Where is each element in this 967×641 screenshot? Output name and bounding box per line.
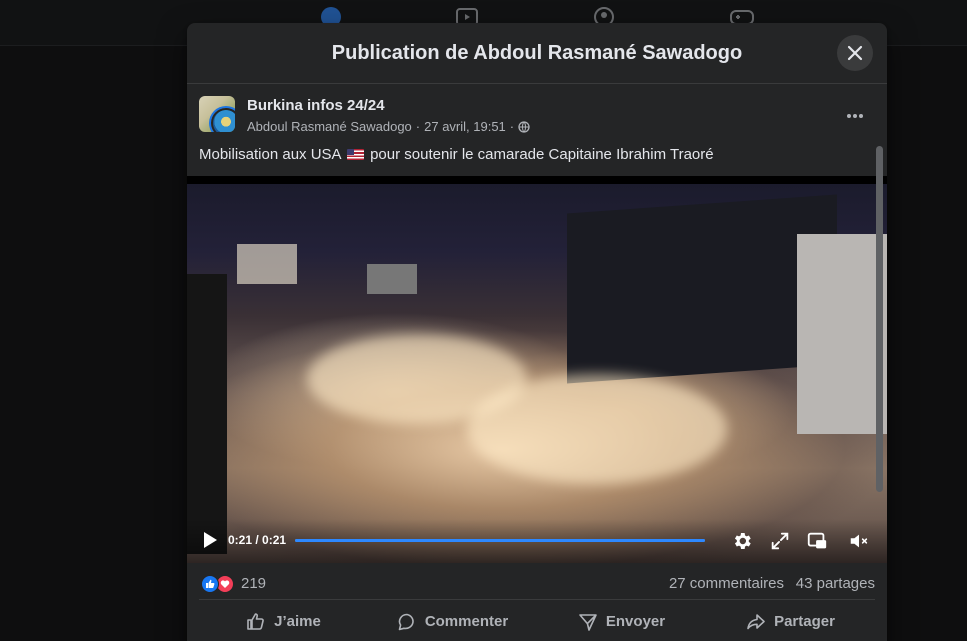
meta-separator: · (509, 119, 515, 134)
post-timestamp[interactable]: 27 avril, 19:51 (424, 119, 506, 134)
us-flag-icon (346, 149, 364, 160)
reaction-stats: 219 27 commentaires 43 partages (199, 573, 875, 597)
like-label: J’aime (274, 613, 321, 630)
share-icon (747, 613, 765, 629)
comments-count-link[interactable]: 27 commentaires (669, 575, 784, 592)
video-frame[interactable] (187, 184, 887, 563)
profile-avatar[interactable] (211, 108, 235, 132)
page-name-link[interactable]: Burkina infos 24/24 (247, 97, 385, 114)
video-time: 0:21 / 0:21 (228, 533, 287, 547)
video-progress-fill (295, 539, 705, 542)
post-text-end: pour soutenir le camarade Capitaine Ibra… (370, 146, 714, 163)
page-avatar[interactable] (199, 96, 235, 132)
send-label: Envoyer (605, 613, 666, 630)
shares-count-link[interactable]: 43 partages (796, 575, 875, 592)
video-scene (467, 374, 727, 484)
post-text-start: Mobilisation aux USA (199, 146, 341, 163)
close-icon (847, 45, 863, 61)
comment-label: Commenter (424, 613, 509, 630)
meta-separator: · (415, 119, 421, 134)
video-player[interactable]: 0:21 / 0:21 (187, 176, 887, 563)
post-meta: Abdoul Rasmané Sawadogo · 27 avril, 19:5… (247, 119, 530, 134)
modal-header: Publication de Abdoul Rasmané Sawadogo (187, 23, 887, 84)
mute-icon[interactable] (848, 530, 870, 552)
close-button[interactable] (837, 35, 873, 71)
globe-icon (518, 120, 530, 133)
reaction-icons[interactable] (201, 575, 234, 593)
send-icon (579, 613, 597, 631)
video-progress-bar[interactable] (295, 539, 705, 542)
play-icon[interactable] (201, 531, 219, 549)
thumbs-up-icon (247, 612, 265, 630)
pip-icon[interactable] (806, 530, 828, 552)
post-text: Mobilisation aux USA pour soutenir le ca… (199, 146, 867, 163)
more-dots-icon (847, 114, 863, 118)
action-bar: J’aime Commenter Envoyer Partager (199, 599, 875, 641)
like-button[interactable]: J’aime (199, 600, 368, 641)
post-modal: Publication de Abdoul Rasmané Sawadogo B… (187, 23, 887, 641)
send-button[interactable]: Envoyer (537, 600, 706, 641)
reaction-count[interactable]: 219 (241, 575, 266, 592)
post-header: Burkina infos 24/24 Abdoul Rasmané Sawad… (199, 96, 867, 136)
more-options-button[interactable] (843, 106, 867, 126)
video-scene (237, 244, 297, 284)
modal-title: Publication de Abdoul Rasmané Sawadogo (331, 41, 743, 64)
settings-icon[interactable] (731, 530, 753, 552)
like-icon (201, 575, 219, 593)
video-scene (797, 234, 887, 434)
share-button[interactable]: Partager (706, 600, 875, 641)
video-controls: 0:21 / 0:21 (187, 519, 887, 563)
video-scene (367, 264, 417, 294)
author-link[interactable]: Abdoul Rasmané Sawadogo (247, 119, 412, 134)
post-content: Burkina infos 24/24 Abdoul Rasmané Sawad… (187, 84, 887, 641)
modal-scrollbar[interactable] (876, 146, 883, 492)
comment-icon (398, 613, 414, 630)
share-label: Partager (774, 613, 835, 630)
video-scene (187, 274, 227, 554)
comment-button[interactable]: Commenter (368, 600, 537, 641)
fullscreen-icon[interactable] (769, 530, 791, 552)
